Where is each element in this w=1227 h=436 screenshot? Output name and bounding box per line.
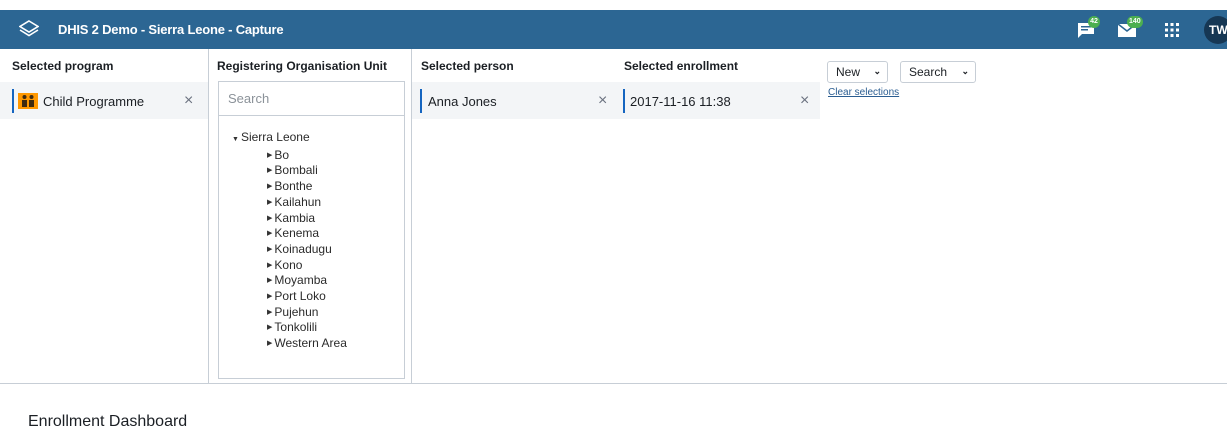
apps-grid-icon[interactable] bbox=[1162, 19, 1184, 41]
org-unit-label: Registering Organisation Unit bbox=[217, 59, 388, 73]
collapsed-triangle-icon[interactable]: ▶ bbox=[267, 320, 272, 336]
tree-item-kenema[interactable]: ▶ Kenema bbox=[232, 226, 347, 242]
tree-item-koinadugu[interactable]: ▶ Koinadugu bbox=[232, 242, 347, 258]
collapsed-triangle-icon[interactable]: ▶ bbox=[267, 148, 272, 164]
collapsed-triangle-icon[interactable]: ▶ bbox=[267, 211, 272, 227]
tree-item-tonkolili[interactable]: ▶ Tonkolili bbox=[232, 320, 347, 336]
tree-item-pujehun[interactable]: ▶ Pujehun bbox=[232, 305, 347, 321]
selected-enrollment[interactable]: 2017-11-16 11:38 × bbox=[623, 89, 819, 113]
collapsed-triangle-icon[interactable]: ▶ bbox=[267, 258, 272, 274]
collapsed-triangle-icon[interactable]: ▶ bbox=[267, 273, 272, 289]
interpretations-icon[interactable]: 42 bbox=[1076, 16, 1100, 41]
collapsed-triangle-icon[interactable]: ▶ bbox=[267, 242, 272, 258]
tree-item-kailahun[interactable]: ▶ Kailahun bbox=[232, 195, 347, 211]
tree-item-moyamba[interactable]: ▶ Moyamba bbox=[232, 273, 347, 289]
program-label: Selected program bbox=[12, 59, 114, 73]
org-unit-tree-box: ▼Sierra Leone ▶Bo ▶Bombali ▶Bonthe ▶Kail… bbox=[218, 81, 405, 379]
enrollment-label: Selected enrollment bbox=[624, 59, 739, 73]
selected-program[interactable]: Child Programme × bbox=[12, 89, 202, 113]
tree-root-label: Sierra Leone bbox=[240, 130, 310, 144]
dhis2-logo-icon[interactable] bbox=[19, 20, 39, 40]
collapsed-triangle-icon[interactable]: ▶ bbox=[267, 195, 272, 211]
tree-item-bombali[interactable]: ▶ Bombali bbox=[232, 163, 347, 179]
tree-item-label: Tonkolili bbox=[274, 320, 318, 335]
interpretations-badge: 42 bbox=[1088, 16, 1100, 28]
collapsed-triangle-icon[interactable]: ▶ bbox=[267, 305, 272, 321]
collapsed-triangle-icon[interactable]: ▶ bbox=[267, 179, 272, 195]
tree-item-bo[interactable]: ▶ Bo bbox=[232, 148, 347, 164]
dashboard-title: Enrollment Dashboard bbox=[28, 413, 188, 430]
program-name: Child Programme bbox=[43, 93, 145, 109]
tree-item-label: Bombali bbox=[274, 163, 318, 178]
tree-item-kambia[interactable]: ▶ Kambia bbox=[232, 211, 347, 227]
expanded-triangle-icon[interactable]: ▼ bbox=[232, 136, 239, 143]
tree-item-port-loko[interactable]: ▶ Port Loko bbox=[232, 289, 347, 305]
messages-icon[interactable]: 140 bbox=[1117, 16, 1143, 41]
person-enrollment-columns: Selected person Selected enrollment Anna… bbox=[412, 49, 820, 384]
org-unit-search bbox=[219, 82, 404, 116]
new-label: New bbox=[836, 65, 861, 79]
clear-person-icon[interactable]: × bbox=[598, 93, 607, 109]
collapsed-triangle-icon[interactable]: ▶ bbox=[267, 289, 272, 305]
chevron-down-icon: ⌄ bbox=[961, 66, 969, 76]
chevron-down-icon: ⌄ bbox=[873, 66, 881, 76]
clear-selections-link[interactable]: Clear selections bbox=[828, 87, 899, 98]
app-title: DHIS 2 Demo - Sierra Leone - Capture bbox=[58, 22, 284, 37]
person-label: Selected person bbox=[421, 59, 514, 73]
collapsed-triangle-icon[interactable]: ▶ bbox=[267, 336, 272, 352]
clear-program-icon[interactable]: × bbox=[184, 93, 193, 109]
clear-enrollment-icon[interactable]: × bbox=[800, 93, 809, 109]
collapsed-triangle-icon[interactable]: ▶ bbox=[267, 163, 272, 179]
selected-person[interactable]: Anna Jones × bbox=[420, 89, 616, 113]
tree-item-bonthe[interactable]: ▶ Bonthe bbox=[232, 179, 347, 195]
tree-root-item[interactable]: ▼ Sierra Leone bbox=[232, 130, 347, 148]
tree-item-label: Port Loko bbox=[274, 289, 326, 304]
tree-item-label: Moyamba bbox=[274, 273, 328, 288]
tree-item-label: Koinadugu bbox=[274, 241, 332, 256]
tree-item-label: Western Area bbox=[274, 336, 347, 351]
app-header: DHIS 2 Demo - Sierra Leone - Capture 42 … bbox=[0, 10, 1227, 49]
tree-item-label: Kenema bbox=[274, 226, 320, 241]
tree-item-label: Bo bbox=[274, 147, 290, 162]
tree-item-label: Bonthe bbox=[274, 179, 313, 194]
org-unit-tree: ▼ Sierra Leone ▶ Bo ▶ Bombali ▶ Bonthe ▶ Kail… bbox=[232, 130, 347, 352]
tree-item-label: Kailahun bbox=[274, 194, 322, 209]
org-unit-search-input[interactable] bbox=[228, 82, 398, 114]
new-dropdown-button[interactable]: New ⌄ bbox=[827, 61, 888, 83]
people-icon bbox=[18, 93, 38, 109]
collapsed-triangle-icon[interactable]: ▶ bbox=[267, 226, 272, 242]
search-dropdown-button[interactable]: Search ⌄ bbox=[900, 61, 976, 83]
program-column: Selected program Child Programme × bbox=[0, 49, 209, 384]
user-avatar[interactable]: TW bbox=[1204, 16, 1227, 44]
tree-item-western-area[interactable]: ▶ Western Area bbox=[232, 336, 347, 352]
enrollment-date: 2017-11-16 11:38 bbox=[630, 93, 731, 109]
tree-item-kono[interactable]: ▶ Kono bbox=[232, 258, 347, 274]
selection-bar: Selected program Child Programme × Regis… bbox=[0, 49, 1227, 384]
tree-item-label: Kambia bbox=[274, 210, 316, 225]
search-label: Search bbox=[909, 65, 948, 79]
tree-item-label: Kono bbox=[274, 257, 303, 272]
person-name: Anna Jones bbox=[428, 93, 497, 109]
messages-badge: 140 bbox=[1127, 16, 1143, 28]
tree-item-label: Pujehun bbox=[274, 304, 319, 319]
